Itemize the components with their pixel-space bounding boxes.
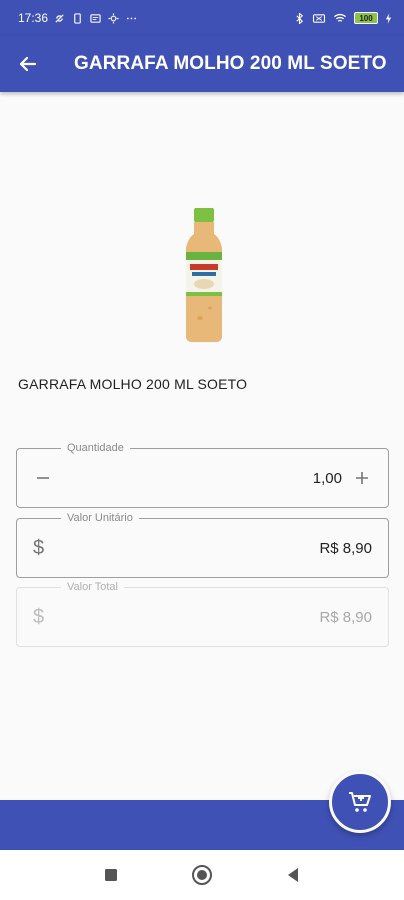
quantity-value[interactable]: 1,00	[313, 449, 342, 507]
circle-icon	[192, 865, 212, 885]
settings-icon	[108, 12, 119, 24]
currency-icon: $	[33, 605, 45, 628]
message-icon	[90, 13, 101, 23]
system-nav-bar	[0, 850, 404, 900]
no-signal-icon	[312, 13, 326, 23]
total-price-field: Valor Total $ R$ 8,90	[16, 580, 389, 647]
arrow-left-icon	[19, 56, 37, 72]
home-button[interactable]	[177, 850, 227, 900]
square-icon	[105, 869, 117, 881]
add-to-cart-icon	[349, 792, 371, 812]
charging-icon	[385, 12, 392, 24]
decrease-quantity-button[interactable]	[25, 449, 61, 507]
system-icons: 100	[294, 12, 392, 24]
plus-icon	[356, 472, 368, 484]
recents-button[interactable]	[86, 850, 136, 900]
battery-icon: 100	[354, 12, 378, 24]
unit-price-field[interactable]: Valor Unitário $ R$ 8,90	[16, 511, 389, 578]
app-bar: GARRAFA MOLHO 200 ML SOETO	[0, 36, 404, 92]
add-to-cart-button[interactable]	[329, 771, 391, 833]
back-button[interactable]	[0, 36, 56, 92]
bluetooth-icon	[296, 12, 304, 24]
more-icon	[126, 17, 137, 19]
sync-off-icon	[55, 13, 64, 23]
unit-price-value[interactable]: R$ 8,90	[319, 519, 372, 577]
sim-icon	[74, 12, 81, 24]
total-price-value: R$ 8,90	[319, 608, 372, 626]
currency-icon: $	[33, 536, 45, 559]
quantity-stepper[interactable]: Quantidade 1,00	[16, 441, 389, 508]
wifi-icon	[334, 13, 346, 22]
triangle-back-icon	[288, 868, 298, 882]
status-bar: 17:36 100	[0, 0, 404, 36]
unit-price-label: Valor Unitário	[61, 511, 139, 525]
minus-icon	[37, 477, 49, 479]
sauce-bottle-image	[186, 208, 222, 342]
page-title: GARRAFA MOLHO 200 ML SOETO	[74, 53, 387, 74]
product-name: GARRAFA MOLHO 200 ML SOETO	[18, 376, 248, 392]
total-price-label: Valor Total	[61, 580, 124, 594]
quantity-label: Quantidade	[61, 441, 130, 455]
back-nav-button[interactable]	[268, 850, 318, 900]
status-time: 17:36	[18, 11, 49, 25]
notification-icons	[54, 12, 137, 24]
increase-quantity-button[interactable]	[344, 449, 380, 507]
